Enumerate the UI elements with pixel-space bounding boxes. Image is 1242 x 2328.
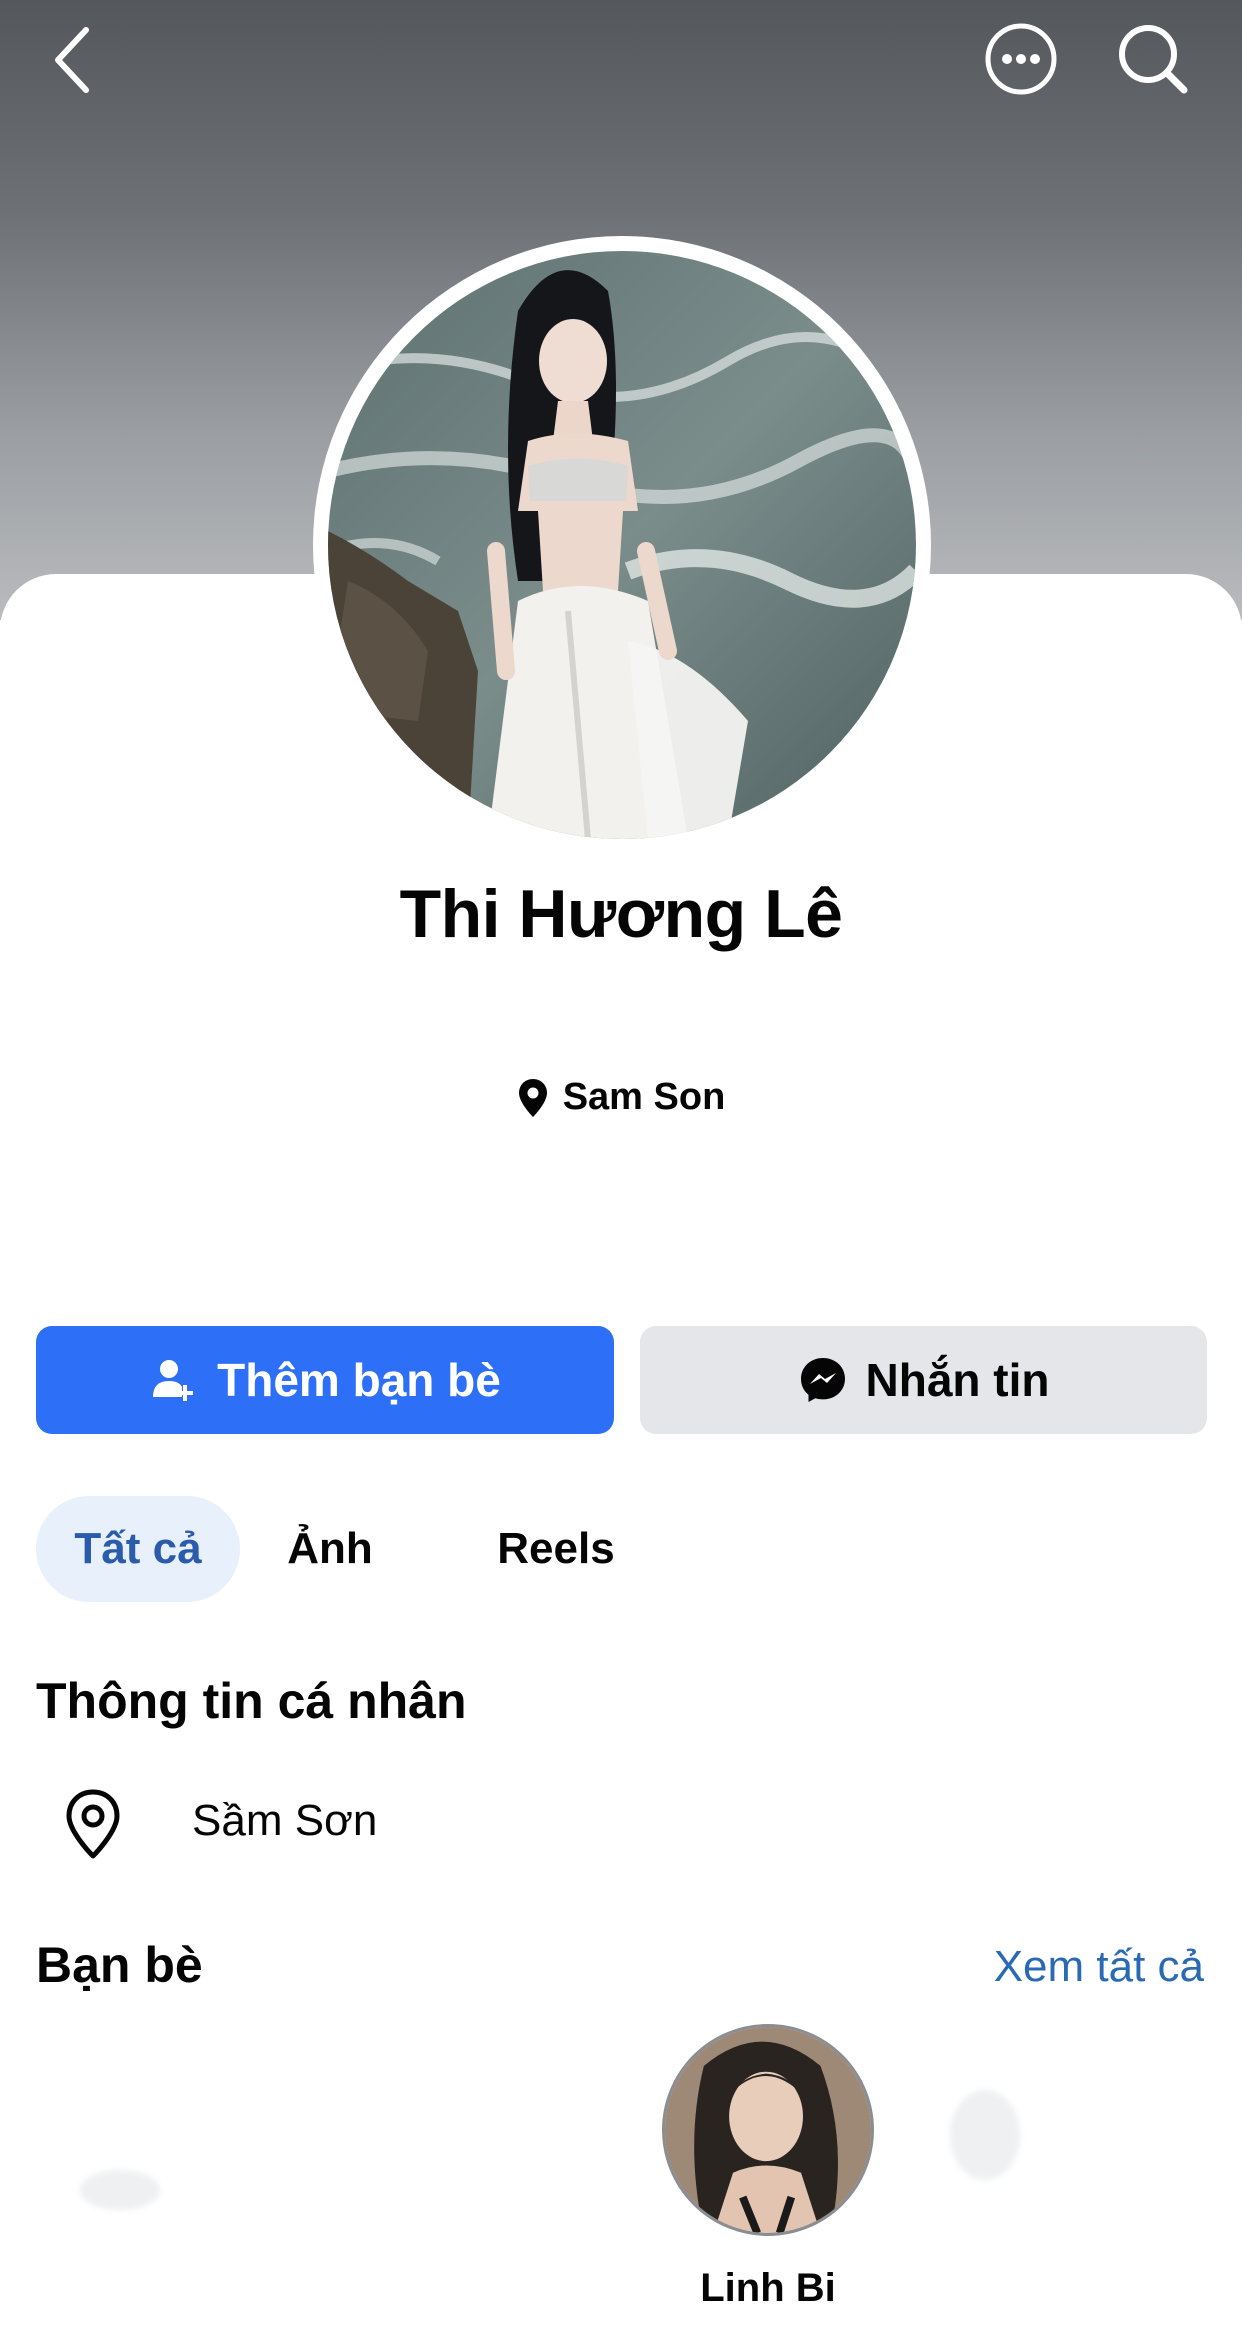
message-label: Nhắn tin xyxy=(865,1354,1050,1406)
tab-all[interactable]: Tất cả xyxy=(36,1496,240,1602)
chevron-left-icon[interactable] xyxy=(46,20,98,100)
profile-name: Thi Hương Lê xyxy=(399,876,843,952)
info-location-text: Sầm Sơn xyxy=(192,1796,378,1845)
message-button[interactable]: Nhắn tin xyxy=(640,1326,1207,1434)
more-horizontal-icon[interactable] xyxy=(984,22,1058,96)
friend-avatar[interactable] xyxy=(662,2024,874,2236)
personal-info-heading: Thông tin cá nhân xyxy=(36,1673,467,1729)
add-friend-button[interactable]: Thêm bạn bè xyxy=(36,1326,614,1434)
friend-name: Linh Bi xyxy=(700,2266,836,2310)
profile-avatar[interactable] xyxy=(328,251,916,839)
messenger-icon xyxy=(800,1358,845,1402)
profile-location: Sam Son xyxy=(0,1076,1242,1119)
location-label: Sam Son xyxy=(562,1076,726,1118)
tab-photos[interactable]: Ảnh xyxy=(280,1496,380,1602)
add-person-icon xyxy=(153,1360,194,1401)
blurred-friend-placeholder xyxy=(950,2090,1020,2180)
tab-reels[interactable]: Reels xyxy=(476,1496,636,1602)
search-icon[interactable] xyxy=(1116,22,1190,96)
friends-heading: Bạn bè xyxy=(36,1937,203,1993)
location-pin-outline-icon xyxy=(64,1784,122,1864)
see-all-friends-link[interactable]: Xem tất cả xyxy=(994,1942,1204,1992)
map-pin-icon xyxy=(518,1078,547,1117)
blurred-friend-placeholder xyxy=(80,2170,160,2210)
add-friend-label: Thêm bạn bè xyxy=(217,1354,501,1406)
